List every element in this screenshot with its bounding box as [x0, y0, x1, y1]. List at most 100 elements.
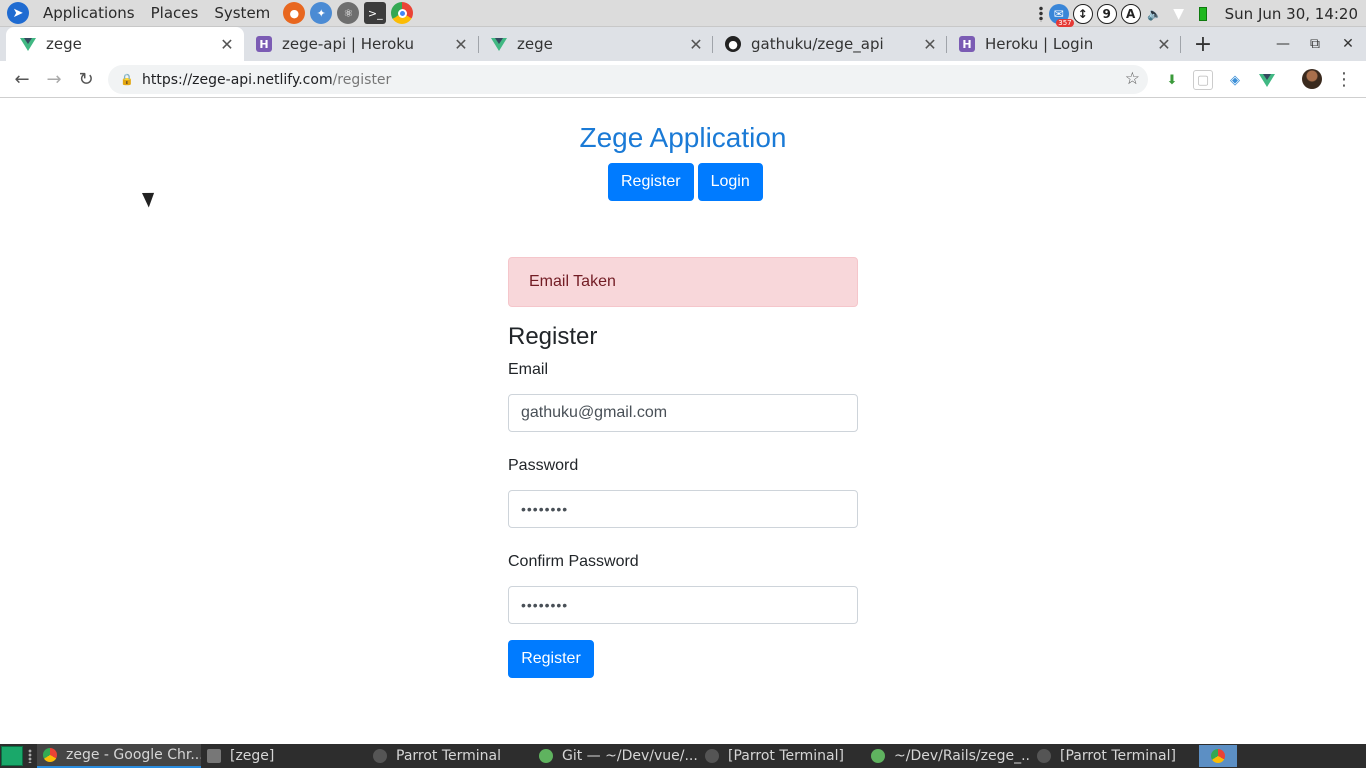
- task-parrot-terminal-2[interactable]: [Parrot Terminal]: [699, 744, 865, 768]
- battery-icon[interactable]: [1193, 4, 1213, 24]
- url-path: /register: [332, 71, 392, 88]
- tab-title: zege: [46, 35, 82, 53]
- email-label: Email: [508, 361, 549, 378]
- terminal-icon: [373, 749, 387, 763]
- mail-tray-icon[interactable]: ✉ 357: [1048, 3, 1074, 27]
- close-tab-icon[interactable]: ✕: [921, 35, 939, 54]
- vue-icon: [20, 36, 36, 52]
- back-icon[interactable]: ←: [8, 65, 36, 93]
- vue-icon: [491, 36, 507, 52]
- menu-applications[interactable]: Applications: [35, 0, 143, 27]
- confirm-password-field[interactable]: [508, 586, 858, 624]
- taskbar-chrome-icon[interactable]: [1199, 745, 1237, 767]
- task-label: zege - Google Chr...: [66, 747, 201, 763]
- task-label: ~/Dev/Rails/zege_...: [894, 748, 1031, 764]
- forward-icon[interactable]: →: [40, 65, 68, 93]
- vue-devtools-extension-icon[interactable]: [1257, 70, 1277, 90]
- task-git[interactable]: Git — ~/Dev/vue/...: [533, 744, 699, 768]
- profile-avatar[interactable]: [1302, 69, 1322, 89]
- menu-places[interactable]: Places: [143, 0, 207, 27]
- confirm-password-label: Confirm Password: [508, 553, 639, 570]
- bookmark-star-icon[interactable]: ☆: [1125, 69, 1140, 89]
- tab-title: zege-api | Heroku: [282, 35, 414, 53]
- blank-extension-icon[interactable]: ▢: [1193, 70, 1213, 90]
- clock[interactable]: Sun Jun 30, 14:20: [1225, 5, 1358, 23]
- terminal-icon: [1037, 749, 1051, 763]
- updates-tray-icon[interactable]: ↕: [1072, 3, 1093, 24]
- task-rails-zege[interactable]: ~/Dev/Rails/zege_...: [865, 744, 1031, 768]
- wifi-icon[interactable]: ▼: [1169, 4, 1189, 24]
- reload-icon[interactable]: ↻: [72, 65, 100, 93]
- tab-github-zege-api[interactable]: ● gathuku/zege_api ✕: [711, 27, 947, 61]
- address-bar[interactable]: 🔒 https://zege-api.netlify.com/register …: [108, 65, 1148, 94]
- folder-icon: [207, 749, 221, 763]
- chrome-icon: [43, 748, 57, 762]
- task-label: [Parrot Terminal]: [1060, 748, 1176, 764]
- atom-launcher-icon[interactable]: ⚛: [337, 2, 360, 24]
- heroku-icon: H: [959, 36, 975, 52]
- tab-heroku-login[interactable]: H Heroku | Login ✕: [945, 27, 1181, 61]
- register-form: Email Taken Register Email Password Conf…: [508, 257, 858, 678]
- app-title: Zege Application: [579, 122, 787, 153]
- github-icon: ●: [725, 36, 741, 52]
- parrot-logo-icon[interactable]: ➤: [7, 2, 29, 24]
- chrome-menu-icon[interactable]: ⋮: [1335, 65, 1353, 93]
- register-submit-button[interactable]: Register: [508, 640, 594, 678]
- web-page: Zege Application Register Login Email Ta…: [0, 98, 1366, 744]
- tab-title: gathuku/zege_api: [751, 35, 884, 53]
- download-extension-icon[interactable]: ⬇: [1162, 70, 1182, 90]
- tab-strip: zege ✕ H zege-api | Heroku ✕ zege ✕ ● ga…: [0, 27, 1366, 61]
- app-nav: Register Login: [608, 163, 763, 201]
- terminal-icon: [705, 749, 719, 763]
- form-title: Register: [508, 323, 598, 350]
- tab-zege-api-heroku[interactable]: H zege-api | Heroku ✕: [242, 27, 478, 61]
- close-tab-icon[interactable]: ✕: [452, 35, 470, 54]
- task-label: [zege]: [230, 748, 275, 764]
- close-window-icon[interactable]: ✕: [1332, 27, 1364, 61]
- minimize-window-icon[interactable]: —: [1267, 27, 1299, 61]
- email-field[interactable]: [508, 394, 858, 432]
- tab-zege-active[interactable]: zege ✕: [6, 27, 244, 61]
- close-tab-icon[interactable]: ✕: [1155, 35, 1173, 54]
- task-chrome-zege[interactable]: zege - Google Chr...: [37, 744, 201, 768]
- diamond-extension-icon[interactable]: ◈: [1225, 70, 1245, 90]
- tab-separator: [1180, 36, 1181, 53]
- tab-title: Heroku | Login: [985, 35, 1094, 53]
- task-folder-zege[interactable]: [zege]: [201, 744, 367, 768]
- keyboard-layout-tray-icon[interactable]: A: [1120, 3, 1141, 24]
- taskbar: zege - Google Chr... [zege] Parrot Termi…: [0, 744, 1366, 768]
- menu-system[interactable]: System: [206, 0, 278, 27]
- show-desktop-button[interactable]: [1, 746, 23, 766]
- nav-login-button[interactable]: Login: [697, 163, 763, 201]
- task-label: Git — ~/Dev/vue/...: [562, 748, 698, 764]
- workspace-tray-icon[interactable]: 9: [1096, 3, 1117, 24]
- system-panel: ➤ Applications Places System ● ✦ ⚛ >_ ✉ 3…: [0, 0, 1366, 27]
- task-parrot-terminal-3[interactable]: [Parrot Terminal]: [1031, 744, 1191, 768]
- volume-icon[interactable]: 🔈: [1145, 4, 1165, 24]
- chrome-launcher-icon[interactable]: [391, 2, 414, 24]
- close-tab-icon[interactable]: ✕: [218, 35, 236, 54]
- terminal-launcher-icon[interactable]: >_: [364, 2, 387, 24]
- lock-icon[interactable]: 🔒: [120, 73, 134, 86]
- tray-handle-icon: [1038, 5, 1043, 22]
- heroku-icon: H: [256, 36, 272, 52]
- task-label: Parrot Terminal: [396, 748, 502, 764]
- task-parrot-terminal[interactable]: Parrot Terminal: [367, 744, 533, 768]
- taskbar-handle-icon: [28, 749, 32, 763]
- close-tab-icon[interactable]: ✕: [687, 35, 705, 54]
- restore-window-icon[interactable]: ⧉: [1299, 27, 1331, 61]
- password-label: Password: [508, 457, 579, 474]
- task-label: [Parrot Terminal]: [728, 748, 844, 764]
- firefox-launcher-icon[interactable]: ●: [283, 2, 306, 24]
- tab-title: zege: [517, 35, 553, 53]
- browser-toolbar: ← → ↻ 🔒 https://zege-api.netlify.com/reg…: [0, 61, 1366, 98]
- git-icon: [539, 749, 553, 763]
- nav-register-button[interactable]: Register: [608, 163, 694, 201]
- new-tab-button[interactable]: +: [1192, 27, 1214, 61]
- url-host: https://zege-api.netlify.com: [142, 71, 333, 88]
- tab-zege[interactable]: zege ✕: [477, 27, 713, 61]
- vscode-launcher-icon[interactable]: ✦: [310, 2, 333, 24]
- password-field[interactable]: [508, 490, 858, 528]
- error-alert: Email Taken: [508, 257, 858, 307]
- git-icon: [871, 749, 885, 763]
